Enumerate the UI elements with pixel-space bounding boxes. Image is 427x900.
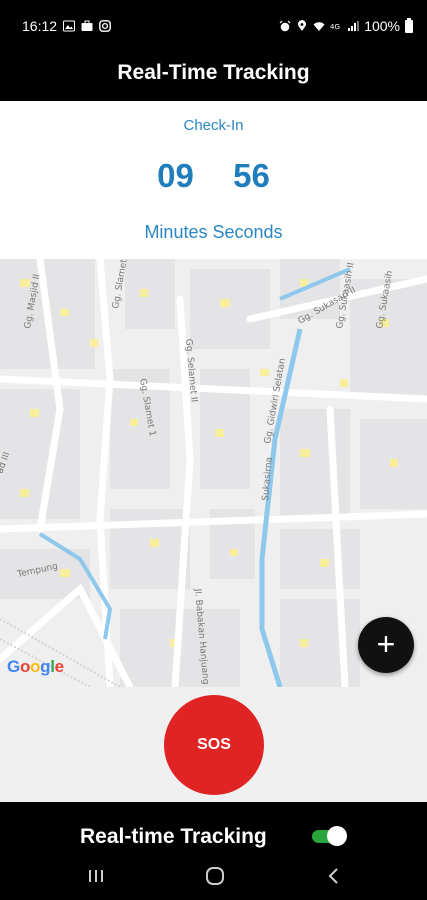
map-view[interactable]: Gg. Masjid II Gg. Slamet Gg. Slamet 1 Gg… <box>0 259 427 687</box>
recents-icon[interactable] <box>84 864 108 888</box>
minutes-value: 09 <box>157 157 194 194</box>
svg-text:4G: 4G <box>330 23 340 31</box>
seconds-label: Seconds <box>212 222 283 242</box>
gallery-icon <box>63 20 76 32</box>
instagram-icon <box>99 20 111 32</box>
back-icon[interactable] <box>322 864 346 888</box>
status-time: 16:12 <box>22 18 58 34</box>
map-tiles: Gg. Masjid II Gg. Slamet Gg. Slamet 1 Gg… <box>0 259 427 687</box>
toggle-knob <box>327 826 347 846</box>
home-icon[interactable] <box>203 864 227 888</box>
briefcase-icon <box>81 20 93 32</box>
location-icon <box>296 20 308 32</box>
app-bar: Real-Time Tracking <box>0 52 427 101</box>
countdown-units: Minutes Seconds <box>0 222 427 243</box>
battery-percentage: 100% <box>364 18 400 34</box>
add-button[interactable]: + <box>358 617 414 673</box>
bottom-bar: Real-time Tracking <box>0 802 427 900</box>
sos-panel: SOS <box>0 687 427 802</box>
status-bar: 16:12 4G 100% <box>0 0 427 52</box>
realtime-tracking-toggle[interactable] <box>312 826 347 846</box>
countdown-digits: 09 56 <box>0 157 427 195</box>
signal-icon <box>347 20 360 32</box>
checkin-label: Check-In <box>183 117 244 134</box>
wifi-icon <box>313 20 325 32</box>
battery-icon <box>405 17 413 33</box>
google-logo: Google <box>7 657 64 676</box>
seconds-value: 56 <box>233 157 270 194</box>
alarm-icon <box>279 20 291 32</box>
volte-icon: 4G <box>330 20 342 32</box>
realtime-tracking-label: Real-time Tracking <box>80 825 267 848</box>
system-nav-bar <box>0 860 427 892</box>
checkin-timer-panel: Check-In 09 56 Minutes Seconds <box>0 101 427 259</box>
page-title: Real-Time Tracking <box>117 61 310 84</box>
sos-button[interactable]: SOS <box>164 695 264 795</box>
minutes-label: Minutes <box>144 222 208 242</box>
